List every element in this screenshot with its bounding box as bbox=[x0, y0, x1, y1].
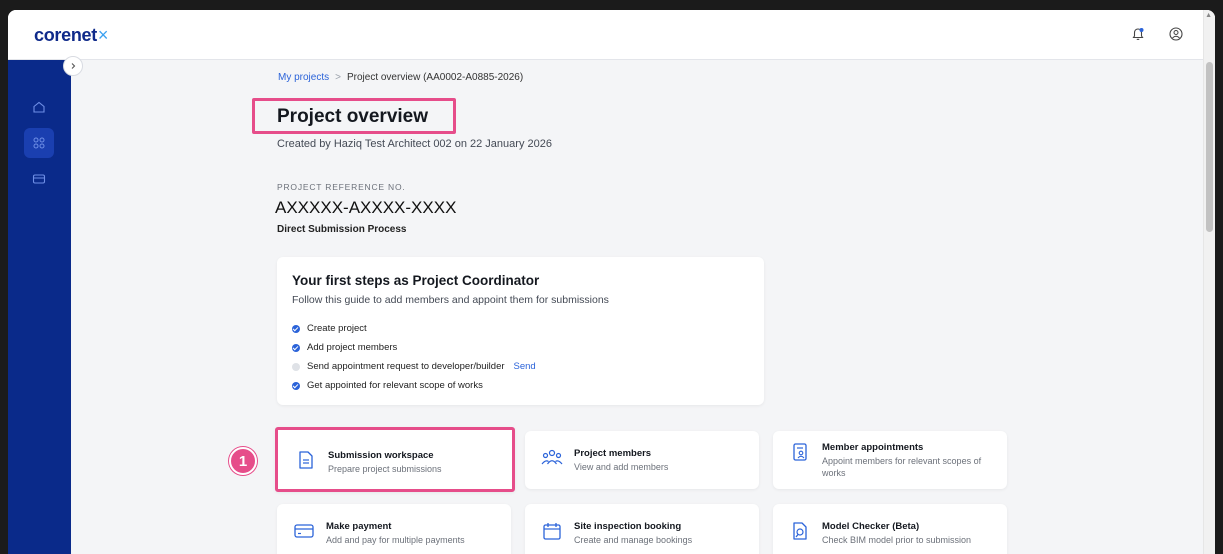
document-icon bbox=[295, 449, 317, 471]
tile-submission-workspace[interactable]: Submission workspace Prepare project sub… bbox=[275, 427, 515, 492]
step-label: Add project members bbox=[307, 342, 398, 353]
tile-title: Make payment bbox=[326, 521, 392, 532]
sidebar-item-projects[interactable] bbox=[24, 128, 54, 158]
check-circle-icon bbox=[292, 324, 300, 333]
tile-make-payment[interactable]: Make payment Add and pay for multiple pa… bbox=[277, 504, 511, 554]
tile-description: Create and manage bookings bbox=[574, 535, 693, 545]
tile-site-inspection-booking[interactable]: Site inspection booking Create and manag… bbox=[525, 504, 759, 554]
step-item: Get appointed for relevant scope of work… bbox=[292, 380, 483, 391]
appointment-icon bbox=[789, 441, 811, 463]
sidebar-item-home[interactable] bbox=[24, 92, 54, 122]
check-circle-icon bbox=[292, 343, 300, 352]
step-label: Create project bbox=[307, 323, 367, 334]
tile-project-members[interactable]: Project members View and add members bbox=[525, 431, 759, 489]
model-check-icon bbox=[789, 520, 811, 542]
tile-member-appointments[interactable]: Member appointments Appoint members for … bbox=[773, 431, 1007, 489]
app-window: corenet× My projects > Project overview … bbox=[8, 10, 1215, 554]
sidebar-collapse-button[interactable] bbox=[63, 56, 83, 76]
tile-title: Submission workspace bbox=[328, 450, 434, 461]
top-bar: corenet× bbox=[8, 10, 1215, 60]
breadcrumb-separator: > bbox=[335, 72, 341, 83]
tile-model-checker[interactable]: Model Checker (Beta) Check BIM model pri… bbox=[773, 504, 1007, 554]
calendar-icon bbox=[541, 520, 563, 542]
grid-icon bbox=[33, 137, 45, 149]
steps-subtitle: Follow this guide to add members and app… bbox=[292, 294, 609, 306]
scroll-thumb[interactable] bbox=[1206, 62, 1213, 232]
tile-title: Project members bbox=[574, 448, 652, 459]
pending-circle-icon bbox=[292, 362, 300, 371]
step-label: Get appointed for relevant scope of work… bbox=[307, 380, 483, 391]
step-number-badge: 1 bbox=[229, 447, 257, 475]
page-title: Project overview bbox=[277, 106, 429, 127]
scroll-up-arrow-icon[interactable]: ▲ bbox=[1205, 12, 1212, 19]
breadcrumb-my-projects[interactable]: My projects bbox=[278, 72, 329, 83]
process-type: Direct Submission Process bbox=[277, 224, 407, 235]
tile-description: Check BIM model prior to submission bbox=[822, 535, 972, 545]
step-item: Send appointment request to developer/bu… bbox=[292, 361, 536, 372]
top-actions bbox=[1129, 25, 1185, 43]
tile-description: Add and pay for multiple payments bbox=[326, 535, 465, 545]
step-item: Create project bbox=[292, 323, 367, 334]
logo-mark: × bbox=[97, 25, 109, 45]
steps-title: Your first steps as Project Coordinator bbox=[292, 273, 540, 288]
tile-title: Model Checker (Beta) bbox=[822, 521, 920, 532]
people-icon bbox=[541, 447, 563, 469]
reference-value: AXXXXX-AXXXX-XXXX bbox=[275, 198, 457, 217]
tile-description: Prepare project submissions bbox=[328, 464, 442, 474]
user-profile-icon[interactable] bbox=[1167, 25, 1185, 43]
step-label: Send appointment request to developer/bu… bbox=[307, 361, 505, 372]
breadcrumb: My projects > Project overview (AA0002-A… bbox=[278, 72, 523, 83]
vertical-scrollbar[interactable]: ▲ bbox=[1203, 10, 1215, 554]
tile-title: Site inspection booking bbox=[574, 521, 682, 532]
corenet-logo[interactable]: corenet× bbox=[34, 25, 108, 46]
send-link[interactable]: Send bbox=[514, 361, 536, 372]
card-icon bbox=[293, 520, 315, 542]
reference-label: PROJECT REFERENCE NO. bbox=[277, 182, 406, 192]
tile-title: Member appointments bbox=[822, 442, 924, 453]
sidebar-item-payments[interactable] bbox=[24, 164, 54, 194]
created-by-text: Created by Haziq Test Architect 002 on 2… bbox=[277, 138, 552, 150]
breadcrumb-current: Project overview (AA0002-A0885-2026) bbox=[346, 72, 524, 83]
chevron-right-icon bbox=[71, 63, 76, 69]
step-item: Add project members bbox=[292, 342, 397, 353]
first-steps-card: Your first steps as Project Coordinator … bbox=[277, 257, 764, 405]
card-icon bbox=[32, 174, 46, 184]
tile-description: Appoint members for relevant scopes of w… bbox=[822, 456, 982, 478]
notification-bell-icon[interactable] bbox=[1129, 25, 1147, 43]
sidebar bbox=[8, 60, 71, 554]
home-icon bbox=[33, 101, 45, 113]
check-circle-icon bbox=[292, 381, 300, 390]
tile-description: View and add members bbox=[574, 462, 669, 472]
